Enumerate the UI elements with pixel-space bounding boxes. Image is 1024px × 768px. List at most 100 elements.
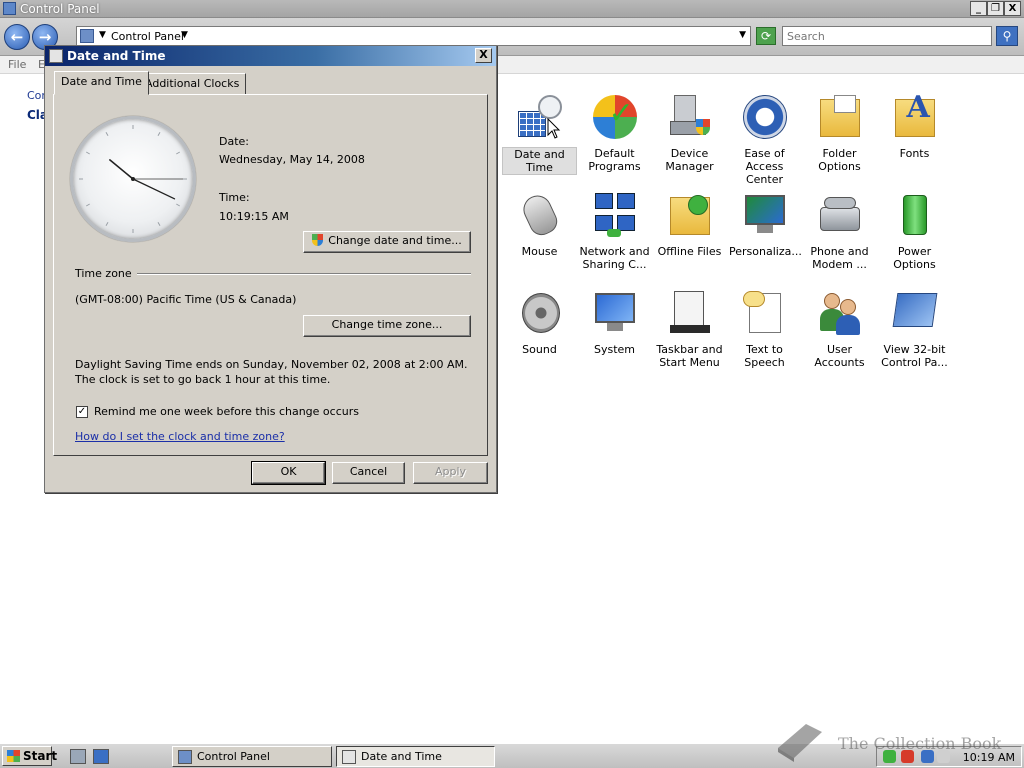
close-button[interactable]: X xyxy=(1004,1,1021,16)
cp-item-label: Ease of Access Center xyxy=(744,147,785,186)
time-label: Time: xyxy=(219,191,250,204)
device-manager-icon xyxy=(666,93,714,141)
menu-file[interactable]: File xyxy=(8,58,26,71)
clock-center xyxy=(131,177,135,181)
window-title: Control Panel xyxy=(20,2,100,16)
date-time-icon xyxy=(49,49,63,63)
dialog-titlebar: Date and Time X xyxy=(45,46,496,66)
alert-icon[interactable] xyxy=(901,750,914,763)
chevron-down-icon[interactable]: ▼ xyxy=(181,30,188,40)
timezone-separator xyxy=(137,273,471,275)
cp-item-offline-files[interactable]: Offline Files xyxy=(652,191,727,258)
refresh-button[interactable]: ⟳ xyxy=(756,27,776,45)
cp-item-label: Taskbar and Start Menu xyxy=(656,343,723,369)
cp-item-user-accounts[interactable]: User Accounts xyxy=(802,289,877,369)
refresh-icon: ⟳ xyxy=(760,29,772,43)
minimize-button[interactable]: _ xyxy=(970,1,987,16)
clock-tick xyxy=(105,131,109,136)
change-timezone-button[interactable]: Change time zone... xyxy=(303,315,471,337)
apply-button[interactable]: Apply xyxy=(413,462,488,484)
cp-item-control-panel-32[interactable]: View 32-bit Control Pa... xyxy=(877,289,952,369)
search-input[interactable]: Search xyxy=(782,26,992,46)
time-value: 10:19:15 AM xyxy=(219,210,289,223)
cp-item-mouse[interactable]: Mouse xyxy=(502,190,577,258)
search-button[interactable]: ⚲ xyxy=(996,26,1018,46)
remind-checkbox[interactable]: ✓ xyxy=(76,406,88,418)
back-button[interactable]: ← xyxy=(4,24,30,50)
fonts-icon: A xyxy=(891,93,939,141)
chevron-down-icon[interactable]: ▼ xyxy=(99,30,106,40)
start-button[interactable]: Start xyxy=(2,746,57,766)
cp-item-text-to-speech[interactable]: Text to Speech xyxy=(727,289,802,369)
cp-item-system[interactable]: System xyxy=(577,289,652,356)
clock-tick xyxy=(157,222,161,227)
cp-item-label: Sound xyxy=(522,343,557,356)
arrow-right-icon: → xyxy=(38,28,52,46)
cancel-button[interactable]: Cancel xyxy=(332,462,405,484)
date-label: Date: xyxy=(219,135,249,148)
dialog-close-button[interactable]: X xyxy=(475,48,492,63)
cp-item-label: Network and Sharing C... xyxy=(579,245,650,271)
clock-hour-hand xyxy=(109,159,134,180)
cp-item-default-programs[interactable]: ✓ Default Programs xyxy=(577,93,652,173)
tab-date-and-time[interactable]: Date and Time xyxy=(54,71,149,95)
taskbar-icon xyxy=(666,289,714,337)
change-date-time-button[interactable]: Change date and time... xyxy=(303,231,471,253)
cp-item-ease-of-access[interactable]: Ease of Access Center xyxy=(727,93,802,186)
remind-label: Remind me one week before this change oc… xyxy=(94,405,359,418)
cp-item-label: Folder Options xyxy=(818,147,861,173)
volume-muted-icon[interactable] xyxy=(937,750,950,763)
control-panel-icon xyxy=(178,750,192,764)
cp-item-device-manager[interactable]: Device Manager xyxy=(652,93,727,173)
cp-item-taskbar[interactable]: Taskbar and Start Menu xyxy=(652,289,727,369)
task-control-panel[interactable]: Control Panel xyxy=(172,746,332,767)
clock-tick xyxy=(176,203,181,207)
phone-modem-icon xyxy=(816,191,864,239)
breadcrumb-control-panel[interactable]: Control Panel xyxy=(111,30,184,43)
help-link[interactable]: How do I set the clock and time zone? xyxy=(75,430,285,443)
date-value: Wednesday, May 14, 2008 xyxy=(219,153,365,166)
window-titlebar: Control Panel _ ❐ X xyxy=(0,0,1024,18)
cp-item-label: System xyxy=(593,343,636,356)
cp-item-label: Fonts xyxy=(899,147,930,160)
cp-item-label: Date and Time xyxy=(502,147,577,175)
server-manager-icon[interactable] xyxy=(93,749,109,764)
cp-item-folder-options[interactable]: Folder Options xyxy=(802,93,877,173)
cp-item-fonts[interactable]: A Fonts xyxy=(877,93,952,160)
cp-item-label: Offline Files xyxy=(657,245,722,258)
system-tray: 10:19 AM xyxy=(876,746,1022,767)
network-icon[interactable] xyxy=(921,750,934,763)
tab-additional-clocks[interactable]: Additional Clocks xyxy=(138,73,247,95)
clock-tick xyxy=(85,151,90,155)
clock-tick xyxy=(176,151,181,155)
mouse-cursor-icon xyxy=(547,118,561,139)
maximize-button[interactable]: ❐ xyxy=(987,1,1004,16)
folder-options-icon xyxy=(816,93,864,141)
cp-item-network[interactable]: Network and Sharing C... xyxy=(577,191,652,271)
cp-item-date-time[interactable]: Date and Time xyxy=(502,93,577,175)
address-dropdown-icon[interactable]: ▼ xyxy=(739,30,746,40)
cp-item-label: Default Programs xyxy=(588,147,641,173)
user-accounts-icon xyxy=(816,289,864,337)
cp-item-personalization[interactable]: Personaliza... xyxy=(727,191,802,258)
cp-item-phone-modem[interactable]: Phone and Modem ... xyxy=(802,191,877,271)
security-shield-icon[interactable] xyxy=(883,750,896,763)
ok-button[interactable]: OK xyxy=(251,461,326,485)
cp-item-label: Power Options xyxy=(893,245,936,271)
ease-of-access-icon xyxy=(741,93,789,141)
dst-info-text: Daylight Saving Time ends on Sunday, Nov… xyxy=(75,358,468,386)
clock-tick xyxy=(85,203,90,207)
cp-item-label: Text to Speech xyxy=(744,343,785,369)
start-label: Start xyxy=(23,749,58,763)
uac-shield-icon xyxy=(312,234,324,246)
text-to-speech-icon xyxy=(741,289,789,337)
task-date-and-time[interactable]: Date and Time xyxy=(336,746,495,767)
tray-clock[interactable]: 10:19 AM xyxy=(963,751,1015,764)
dialog-title: Date and Time xyxy=(67,49,166,63)
cp-item-sound[interactable]: Sound xyxy=(502,289,577,356)
address-bar[interactable]: ▼ Control Panel ▼ ▼ xyxy=(76,26,751,46)
cp-item-power-options[interactable]: Power Options xyxy=(877,191,952,271)
task-label: Date and Time xyxy=(361,750,442,763)
show-desktop-icon[interactable] xyxy=(70,749,86,764)
change-date-time-label: Change date and time... xyxy=(328,234,462,247)
